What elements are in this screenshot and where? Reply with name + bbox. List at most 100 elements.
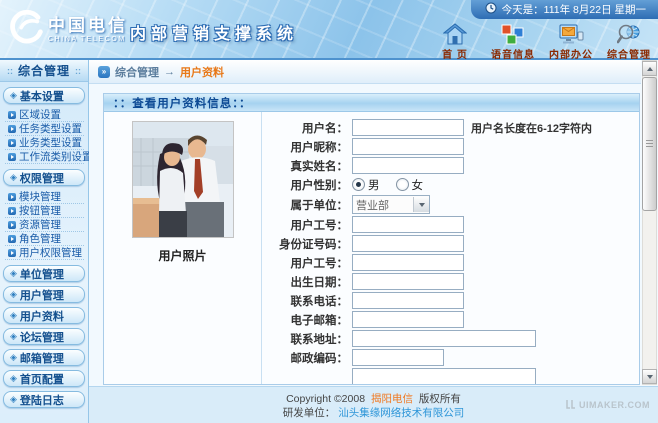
nav-item-label: 语音信息 [491, 46, 535, 61]
sidebar-section-button[interactable]: ◈权限管理 [3, 169, 85, 186]
uimaker-text: UIMAKER.COM [579, 400, 650, 410]
sidebar-section-label: 首页配置 [20, 371, 64, 387]
text-input[interactable] [352, 138, 464, 155]
home-icon [443, 21, 467, 45]
arrow-square-icon [8, 139, 16, 147]
breadcrumb-icon[interactable]: » [98, 66, 110, 78]
sidebar-item[interactable]: 资源管理 [5, 218, 84, 232]
sidebar-section-button[interactable]: ◈邮箱管理 [3, 349, 85, 366]
form-row: 电子邮箱： [268, 311, 639, 328]
sidebar-section-label: 论坛管理 [20, 329, 64, 345]
sidebar-item[interactable]: 用户权限管理 [5, 246, 84, 260]
text-input[interactable] [352, 273, 464, 290]
sidebar-item[interactable]: 区域设置 [5, 108, 84, 122]
panel-body: 用户照片 用户名：用户名长度在6-12字符内用户昵称：真实姓名：用户性别：男女属… [104, 112, 639, 384]
text-input[interactable] [352, 119, 464, 136]
sidebar-item[interactable]: 业务类型设置 [5, 136, 84, 150]
radio-icon[interactable] [396, 178, 409, 191]
sidebar-item-label: 按钮管理 [19, 203, 61, 218]
section-diamond-icon: ◈ [10, 395, 17, 404]
text-input[interactable] [352, 349, 444, 366]
nav-item-management[interactable]: 综合管理 [602, 21, 656, 61]
user-form: 用户名：用户名长度在6-12字符内用户昵称：真实姓名：用户性别：男女属于单位：营… [262, 112, 639, 384]
footer: Copyright ©2008 揭阳电信 版权所有 研发单位： 汕头集缘网络技术… [89, 386, 658, 423]
sidebar-section-button[interactable]: ◈论坛管理 [3, 328, 85, 345]
form-row: 联系地址： [268, 330, 639, 347]
sidebar-item[interactable]: 角色管理 [5, 232, 84, 246]
breadcrumb-parent[interactable]: 综合管理 [115, 64, 159, 80]
sidebar-section-label: 登陆日志 [20, 392, 64, 408]
select-value: 营业部 [353, 197, 413, 213]
nav-item-office[interactable]: 内部办公 [544, 21, 598, 61]
text-input[interactable] [352, 216, 464, 233]
section-diamond-icon: ◈ [10, 353, 17, 362]
sidebar-section-button[interactable]: ◈基本设置 [3, 87, 85, 104]
date-text: 今天是：111年 8月22日 星期一 [502, 2, 646, 17]
user-info-panel: ：：查看用户资料信息：： [103, 93, 640, 385]
chevron-down-icon[interactable] [413, 197, 429, 212]
scroll-thumb[interactable] [643, 78, 656, 210]
sidebar-section-label: 权限管理 [20, 170, 64, 186]
sidebar-deco-left: :: [7, 66, 13, 76]
arrow-square-icon [8, 221, 16, 229]
sidebar-section-button[interactable]: ◈登陆日志 [3, 391, 85, 408]
nav-item-label: 综合管理 [607, 46, 651, 61]
breadcrumb: » 综合管理 → 用户资料 [89, 60, 641, 84]
radio-option[interactable]: 男 [352, 177, 380, 193]
section-diamond-icon: ◈ [10, 269, 17, 278]
section-diamond-icon: ◈ [10, 374, 17, 383]
field-label: 用户工号： [268, 217, 352, 233]
text-input[interactable] [352, 157, 464, 174]
sidebar-item[interactable]: 任务类型设置 [5, 122, 84, 136]
main-content: » 综合管理 → 用户资料 ：：查看用户资料信息：： [89, 60, 658, 385]
sidebar-item[interactable]: 按钮管理 [5, 204, 84, 218]
panel-title: ：：查看用户资料信息：： [113, 95, 252, 111]
arrow-square-icon [8, 193, 16, 201]
radio-option[interactable]: 女 [396, 177, 424, 193]
text-input[interactable] [352, 330, 536, 347]
field-label: 用户昵称： [268, 139, 352, 155]
sidebar-menu: ◈基本设置区域设置任务类型设置业务类型设置工作流类别设置◈权限管理模块管理按钮管… [0, 82, 88, 408]
arrow-square-icon [8, 207, 16, 215]
scroll-down-button[interactable] [643, 370, 656, 383]
radio-icon[interactable] [352, 178, 365, 191]
nav-item-voice[interactable]: 语音信息 [486, 21, 540, 61]
uimaker-logo-icon [566, 399, 576, 411]
sidebar-section-button[interactable]: ◈首页配置 [3, 370, 85, 387]
form-row: 属于单位：营业部 [268, 195, 639, 214]
text-input[interactable] [352, 292, 464, 309]
arrow-square-icon [8, 125, 16, 133]
sidebar-item-label: 工作流类别设置 [19, 149, 93, 164]
office-monitor-icon [558, 21, 584, 45]
sidebar-item[interactable]: 模块管理 [5, 190, 84, 204]
form-row: 用户描述： [268, 368, 639, 385]
section-diamond-icon: ◈ [10, 332, 17, 341]
text-input[interactable] [352, 254, 464, 271]
sidebar-item[interactable]: 工作流类别设置 [5, 150, 84, 164]
scroll-up-button[interactable] [643, 62, 656, 75]
scrollbar[interactable] [642, 60, 657, 385]
sidebar-section-button[interactable]: ◈用户资料 [3, 307, 85, 324]
sidebar-section-button[interactable]: ◈用户管理 [3, 286, 85, 303]
sidebar-title: 综合管理 [18, 62, 70, 79]
sidebar-section-button[interactable]: ◈单位管理 [3, 265, 85, 282]
description-textarea[interactable] [352, 368, 536, 385]
top-nav: 首 页语音信息内部办公综合管理 [428, 21, 656, 61]
developer-company-link[interactable]: 汕头集缘网络技术有限公司 [338, 407, 464, 419]
field-label: 属于单位： [268, 197, 352, 213]
field-label: 联系电话： [268, 293, 352, 309]
unit-select[interactable]: 营业部 [352, 195, 430, 214]
field-label: 邮政编码： [268, 350, 352, 366]
field-label: 出生日期： [268, 274, 352, 290]
uimaker-watermark: UIMAKER.COM [566, 399, 650, 411]
field-label: 用户名： [268, 120, 352, 136]
form-row: 出生日期： [268, 273, 639, 290]
field-label: 电子邮箱： [268, 312, 352, 328]
sidebar-section-label: 用户管理 [20, 287, 64, 303]
text-input[interactable] [352, 235, 464, 252]
text-input[interactable] [352, 311, 464, 328]
radio-option-label: 女 [412, 177, 424, 193]
copyright-brand: 揭阳电信 [371, 393, 413, 405]
sidebar-item-label: 业务类型设置 [19, 135, 82, 150]
nav-item-home[interactable]: 首 页 [428, 21, 482, 61]
